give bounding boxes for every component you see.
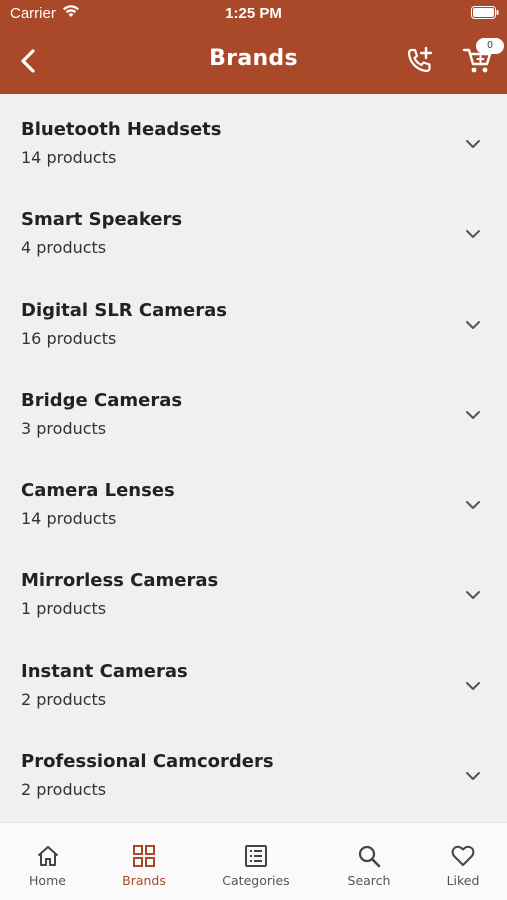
brand-name: Mirrorless Cameras xyxy=(21,570,219,592)
chevron-down-icon[interactable] xyxy=(464,589,482,601)
list-item[interactable]: Smart Speakers 4 products xyxy=(0,184,507,274)
chevron-down-icon[interactable] xyxy=(464,409,482,421)
tab-label: Home xyxy=(29,873,66,888)
product-count: 14 products xyxy=(21,509,117,529)
chevron-down-icon[interactable] xyxy=(464,680,482,692)
list-item[interactable]: Mirrorless Cameras 1 products xyxy=(0,545,507,635)
product-count: 2 products xyxy=(21,689,107,709)
tab-search[interactable]: Search xyxy=(322,823,416,900)
product-count: 4 products xyxy=(21,238,107,258)
app-header: Carrier 1:25 PM Brands 0 xyxy=(0,0,507,94)
chevron-down-icon[interactable] xyxy=(464,228,482,240)
product-count: 1 products xyxy=(21,599,107,619)
tab-label: Liked xyxy=(446,873,480,888)
list-item[interactable]: Digital SLR Cameras 16 products xyxy=(0,275,507,365)
tab-categories[interactable]: Categories xyxy=(205,823,307,900)
brands-list: Bluetooth Headsets 14 products Smart Spe… xyxy=(0,94,507,822)
chevron-down-icon[interactable] xyxy=(464,770,482,782)
tab-label: Search xyxy=(347,873,391,888)
brand-name: Bluetooth Headsets xyxy=(21,119,222,140)
product-count: 3 products xyxy=(21,418,107,438)
battery-icon xyxy=(471,6,499,19)
tab-brands[interactable]: Brands xyxy=(95,823,193,900)
tab-label: Categories xyxy=(222,873,290,888)
tab-liked[interactable]: Liked xyxy=(420,823,506,900)
list-item[interactable]: Professional Camcorders 2 products xyxy=(0,726,507,816)
tab-home[interactable]: Home xyxy=(0,823,95,900)
status-bar: Carrier 1:25 PM xyxy=(0,0,507,28)
navigation-bar: Brands 0 xyxy=(0,28,507,94)
search-icon xyxy=(358,845,381,868)
list-item[interactable]: Bluetooth Headsets 14 products xyxy=(0,94,507,184)
heart-icon xyxy=(451,845,475,866)
chevron-down-icon[interactable] xyxy=(464,138,482,150)
cart-count-badge: 0 xyxy=(476,38,504,54)
list-icon xyxy=(245,845,267,867)
list-item[interactable]: Instant Cameras 2 products xyxy=(0,636,507,726)
home-icon xyxy=(37,846,58,866)
status-time: 1:25 PM xyxy=(225,5,282,22)
product-count: 2 products xyxy=(21,780,107,800)
brand-name: Professional Camcorders xyxy=(21,751,274,773)
brand-name: Smart Speakers xyxy=(21,209,183,231)
chevron-down-icon[interactable] xyxy=(464,499,482,511)
chevron-down-icon[interactable] xyxy=(464,319,482,331)
phone-add-icon[interactable] xyxy=(404,45,434,75)
product-count: 14 products xyxy=(21,148,117,167)
brand-name: Bridge Cameras xyxy=(21,389,183,411)
brand-name: Digital SLR Cameras xyxy=(21,299,227,321)
brand-name: Camera Lenses xyxy=(21,480,175,502)
bottom-tab-bar: Home Brands Categories Search Liked xyxy=(0,822,507,900)
grid-icon xyxy=(133,845,155,867)
list-item[interactable]: Bridge Cameras 3 products xyxy=(0,365,507,455)
tab-label: Brands xyxy=(122,873,166,888)
product-count: 16 products xyxy=(21,328,117,348)
brand-name: Instant Cameras xyxy=(21,660,188,682)
list-item[interactable]: Camera Lenses 14 products xyxy=(0,455,507,545)
